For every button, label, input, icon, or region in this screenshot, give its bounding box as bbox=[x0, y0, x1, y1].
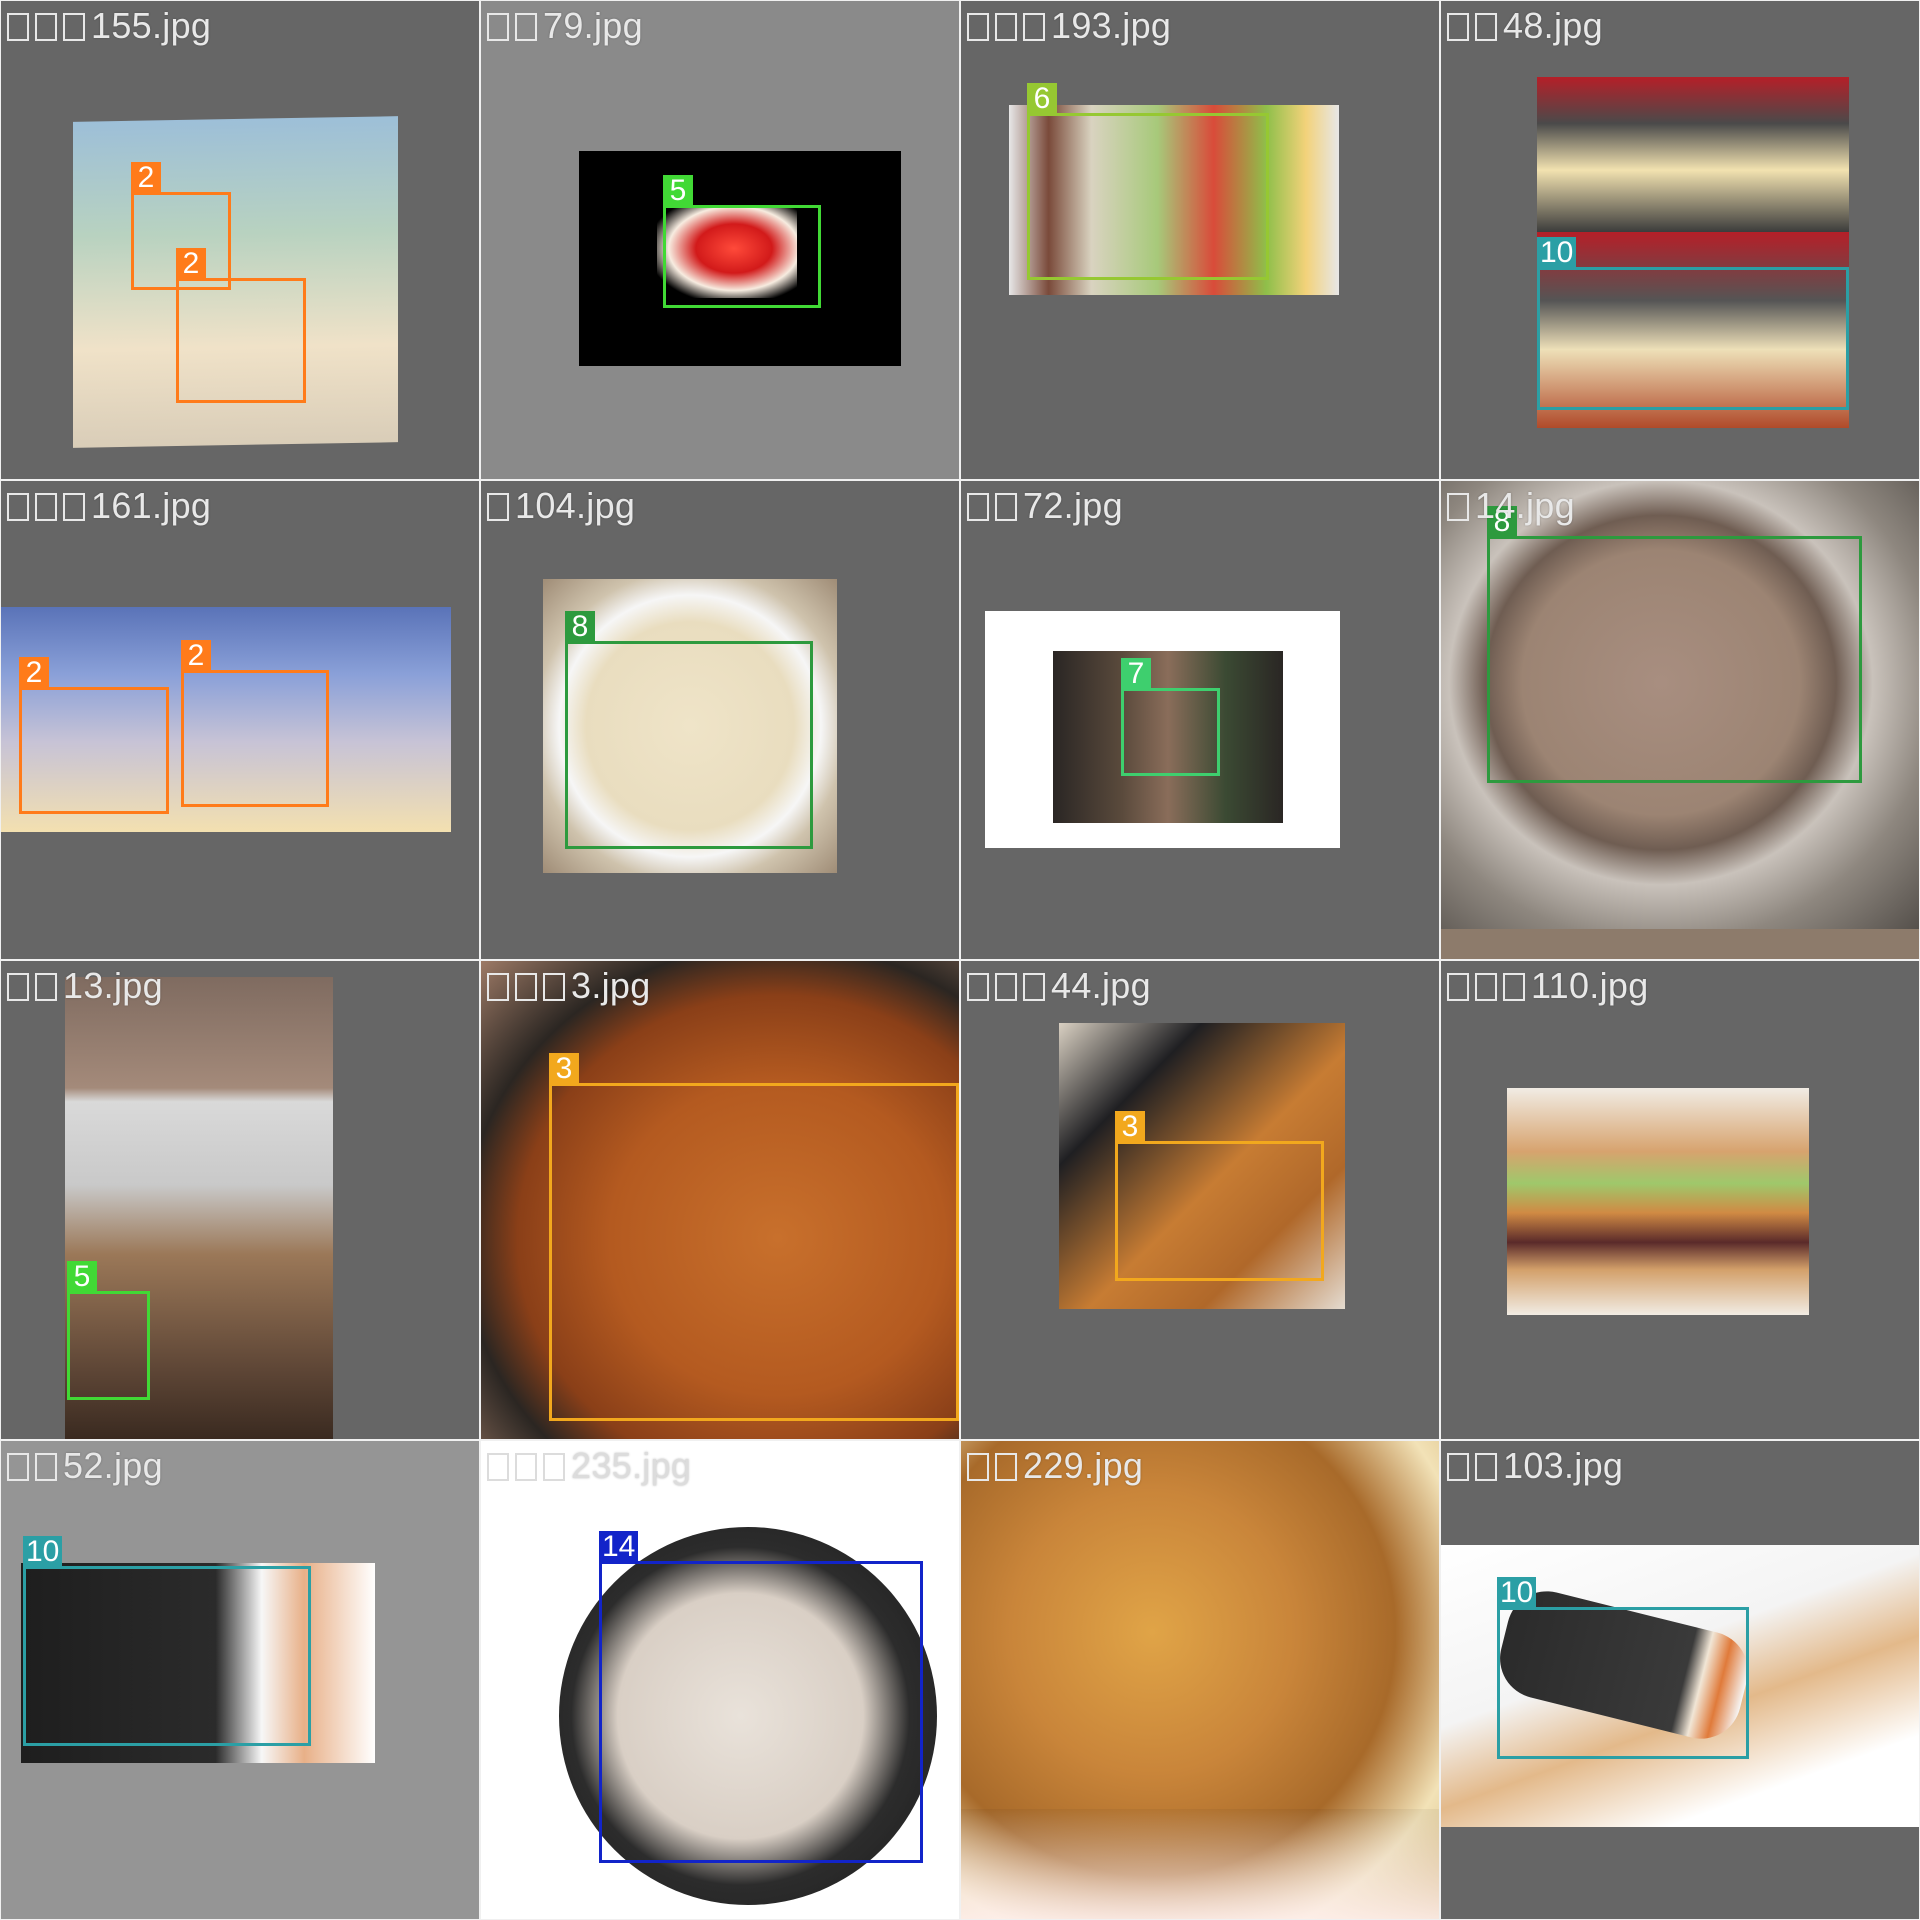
tile-44[interactable]: 3 44.jpg bbox=[961, 961, 1439, 1439]
bbox-det-1[interactable]: 2 bbox=[181, 640, 329, 807]
tile-filename: 229.jpg bbox=[967, 1445, 1143, 1487]
bbox-class-label: 2 bbox=[131, 162, 161, 194]
bbox-class-label: 5 bbox=[67, 1261, 97, 1293]
bbox-det-0[interactable]: 3 bbox=[549, 1053, 959, 1421]
tile-155[interactable]: 2 2 155.jpg bbox=[1, 1, 479, 479]
bbox-class-label: 3 bbox=[1115, 1111, 1145, 1143]
tile-235[interactable]: 14 235.jpg bbox=[481, 1441, 959, 1919]
detection-mosaic: 2 2 155.jpg 5 79.jpg 6 193.jpg 10 48.jpg… bbox=[0, 0, 1920, 1920]
bbox-class-label: 10 bbox=[23, 1536, 63, 1568]
tile-72[interactable]: 7 72.jpg bbox=[961, 481, 1439, 959]
tile-13[interactable]: 5 13.jpg bbox=[1, 961, 479, 1439]
overlay-caption-strip bbox=[961, 1809, 1439, 1919]
bbox-class-label: 10 bbox=[1537, 237, 1577, 269]
tile-filename: 14.jpg bbox=[1447, 485, 1575, 527]
bbox-det-0[interactable]: 7 bbox=[1121, 658, 1220, 776]
tile-filename: 48.jpg bbox=[1447, 5, 1603, 47]
bbox-det-0[interactable]: 10 bbox=[23, 1536, 311, 1746]
bbox-det-0[interactable]: 2 bbox=[19, 657, 169, 814]
tile-filename: 13.jpg bbox=[7, 965, 163, 1007]
tile-104[interactable]: 8 104.jpg bbox=[481, 481, 959, 959]
bbox-class-label: 2 bbox=[19, 657, 49, 689]
tile-filename: 44.jpg bbox=[967, 965, 1151, 1007]
bbox-class-label: 6 bbox=[1027, 83, 1057, 115]
tile-filename: 52.jpg bbox=[7, 1445, 163, 1487]
tile-filename: 155.jpg bbox=[7, 5, 211, 47]
tile-3[interactable]: 3 3.jpg bbox=[481, 961, 959, 1439]
tile-filename: 103.jpg bbox=[1447, 1445, 1623, 1487]
tile-filename: 235.jpg bbox=[487, 1445, 691, 1487]
bbox-class-label: 2 bbox=[181, 640, 211, 672]
bbox-class-label: 7 bbox=[1121, 658, 1151, 690]
bbox-det-1[interactable]: 2 bbox=[176, 248, 306, 403]
bbox-det-0[interactable]: 8 bbox=[565, 611, 813, 849]
bbox-det-0[interactable]: 10 bbox=[1537, 237, 1849, 410]
tile-filename: 79.jpg bbox=[487, 5, 643, 47]
tile-filename: 110.jpg bbox=[1447, 965, 1649, 1007]
tile-48[interactable]: 10 48.jpg bbox=[1441, 1, 1919, 479]
tile-filename: 72.jpg bbox=[967, 485, 1123, 527]
tile-161[interactable]: 2 2 161.jpg bbox=[1, 481, 479, 959]
photo-cutlet-burger bbox=[1507, 1088, 1809, 1315]
tile-193[interactable]: 6 193.jpg bbox=[961, 1, 1439, 479]
bbox-det-0[interactable]: 8 bbox=[1487, 506, 1862, 783]
tile-79[interactable]: 5 79.jpg bbox=[481, 1, 959, 479]
tile-110[interactable]: 110.jpg bbox=[1441, 961, 1919, 1439]
tile-229[interactable]: 229.jpg bbox=[961, 1441, 1439, 1919]
tile-filename: 3.jpg bbox=[487, 965, 651, 1007]
tile-filename: 104.jpg bbox=[487, 485, 635, 527]
tile-103[interactable]: 10 103.jpg bbox=[1441, 1441, 1919, 1919]
tile-14[interactable]: 8 14.jpg bbox=[1441, 481, 1919, 959]
bbox-class-label: 5 bbox=[663, 175, 693, 207]
bbox-det-0[interactable]: 6 bbox=[1027, 83, 1269, 280]
bbox-class-label: 2 bbox=[176, 248, 206, 280]
bbox-det-0[interactable]: 14 bbox=[599, 1531, 923, 1863]
bbox-class-label: 3 bbox=[549, 1053, 579, 1085]
bbox-det-0[interactable]: 5 bbox=[67, 1261, 150, 1400]
tile-filename: 193.jpg bbox=[967, 5, 1171, 47]
photo-kimbap-top bbox=[1537, 77, 1849, 232]
tile-filename: 161.jpg bbox=[7, 485, 211, 527]
bbox-det-0[interactable]: 5 bbox=[663, 175, 821, 308]
tile-52[interactable]: 10 52.jpg bbox=[1, 1441, 479, 1919]
bbox-det-0[interactable]: 10 bbox=[1497, 1577, 1749, 1759]
bbox-class-label: 14 bbox=[599, 1531, 639, 1563]
bbox-det-0[interactable]: 3 bbox=[1115, 1111, 1324, 1281]
bbox-class-label: 10 bbox=[1497, 1577, 1537, 1609]
bbox-class-label: 8 bbox=[565, 611, 595, 643]
